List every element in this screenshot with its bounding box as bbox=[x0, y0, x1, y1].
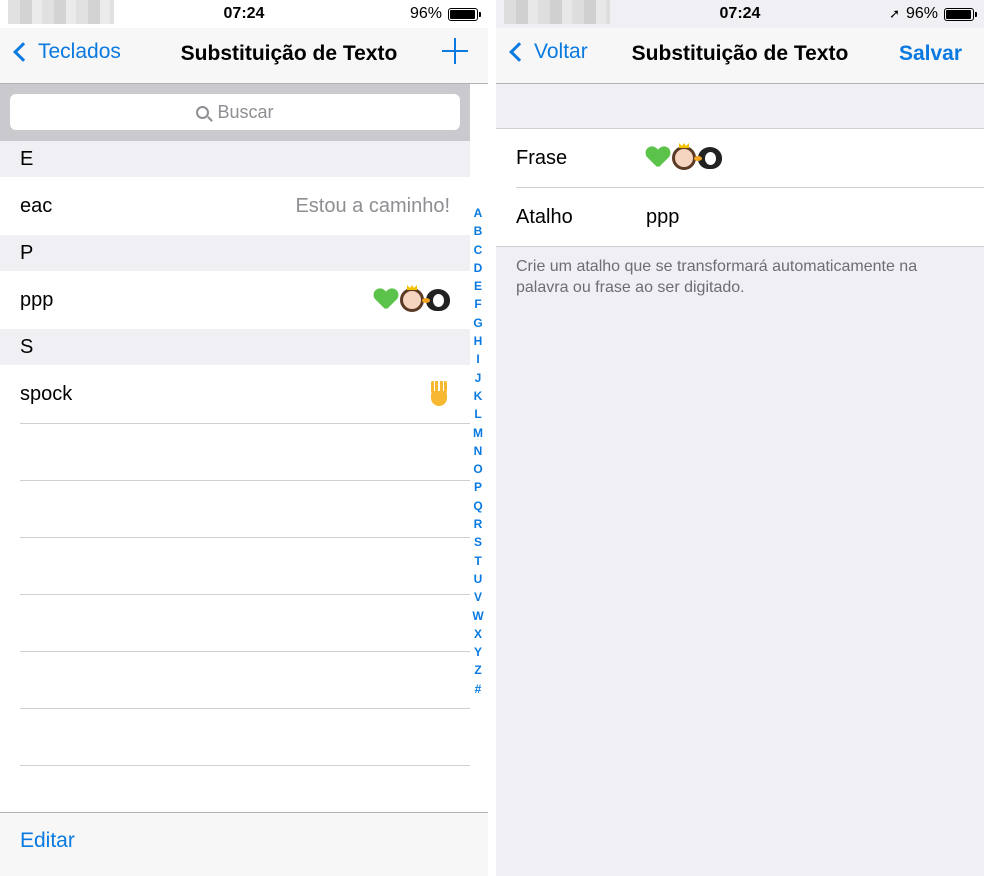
index-letter[interactable]: D bbox=[474, 259, 483, 277]
section-header-e: E bbox=[0, 141, 470, 177]
navigation-bar: Voltar Substituição de Texto Salvar bbox=[496, 28, 984, 84]
index-letter[interactable]: R bbox=[474, 515, 483, 533]
phrase-emojis bbox=[374, 288, 450, 312]
green-heart-icon bbox=[646, 147, 670, 169]
edit-button[interactable]: Editar bbox=[20, 829, 75, 853]
index-letter[interactable]: J bbox=[475, 369, 482, 387]
penguin-icon bbox=[422, 289, 450, 311]
index-letter[interactable]: G bbox=[473, 314, 482, 332]
penguin-icon bbox=[694, 147, 722, 169]
empty-row bbox=[20, 595, 470, 652]
list-item-spock[interactable]: spock bbox=[0, 365, 470, 423]
index-letter[interactable]: # bbox=[475, 680, 482, 698]
shortcut-text: eac bbox=[20, 194, 53, 217]
list-item-eac[interactable]: eac Estou a caminho! bbox=[0, 177, 470, 235]
battery-indicator: 96% bbox=[409, 5, 481, 23]
phrase-label: Frase bbox=[516, 146, 568, 169]
index-letter[interactable]: Z bbox=[474, 661, 481, 679]
index-letter[interactable]: S bbox=[474, 533, 482, 551]
index-letter[interactable]: O bbox=[473, 460, 482, 478]
index-letter[interactable]: A bbox=[474, 204, 483, 222]
index-letter[interactable]: P bbox=[474, 478, 482, 496]
index-letter[interactable]: Q bbox=[473, 497, 482, 515]
list-item-ppp[interactable]: ppp bbox=[0, 271, 470, 329]
empty-row bbox=[20, 538, 470, 595]
shortcut-text: spock bbox=[20, 382, 73, 405]
battery-icon bbox=[944, 7, 977, 21]
screen-divider bbox=[488, 0, 496, 876]
add-icon[interactable] bbox=[442, 38, 468, 64]
section-header-p: P bbox=[0, 235, 470, 271]
status-bar: 07:24 ➚ 96% bbox=[496, 0, 984, 28]
index-letter[interactable]: E bbox=[474, 277, 482, 295]
battery-icon bbox=[448, 7, 481, 21]
empty-row bbox=[20, 709, 470, 766]
text-replacement-edit-screen: 07:24 ➚ 96% Voltar Substituição de Texto… bbox=[496, 0, 984, 876]
bottom-toolbar: Editar bbox=[0, 812, 488, 876]
index-letter[interactable]: T bbox=[474, 552, 481, 570]
section-index[interactable]: A B C D E F G H I J K L M N O P Q R S T U V W X Y Z # bbox=[468, 204, 488, 698]
shortcut-label: Atalho bbox=[516, 205, 573, 228]
empty-row bbox=[20, 652, 470, 709]
shortcut-text: ppp bbox=[20, 288, 54, 311]
index-letter[interactable]: W bbox=[472, 607, 483, 625]
back-label: Teclados bbox=[38, 40, 121, 63]
index-letter[interactable]: Y bbox=[474, 643, 482, 661]
section-header-s: S bbox=[0, 329, 470, 365]
search-icon bbox=[196, 105, 210, 119]
index-letter[interactable]: H bbox=[474, 332, 483, 350]
princess-icon bbox=[400, 288, 424, 312]
battery-indicator: ➚ 96% bbox=[889, 5, 977, 23]
index-letter[interactable]: N bbox=[474, 442, 483, 460]
green-heart-icon bbox=[374, 289, 398, 311]
index-letter[interactable]: I bbox=[476, 350, 479, 368]
index-letter[interactable]: K bbox=[474, 387, 483, 405]
page-title: Substituição de Texto bbox=[180, 42, 398, 65]
back-button[interactable]: Teclados bbox=[10, 40, 121, 64]
index-letter[interactable]: U bbox=[474, 570, 483, 588]
shortcut-value[interactable]: ppp bbox=[646, 206, 679, 229]
search-bar: Buscar bbox=[0, 84, 470, 141]
princess-icon bbox=[672, 146, 696, 170]
location-arrow-icon: ➚ bbox=[889, 6, 900, 21]
index-letter[interactable]: B bbox=[474, 222, 483, 240]
navigation-bar: Teclados Substituição de Texto bbox=[0, 28, 488, 84]
empty-row bbox=[20, 424, 470, 481]
phrase-field[interactable]: Frase bbox=[496, 129, 984, 187]
text-replacement-list-screen: 07:24 96% Teclados Substituição de Texto… bbox=[0, 0, 488, 876]
index-letter[interactable]: C bbox=[474, 241, 483, 259]
status-bar: 07:24 96% bbox=[0, 0, 488, 28]
replacement-form: Frase Atalho ppp bbox=[496, 128, 984, 247]
index-letter[interactable]: F bbox=[474, 295, 481, 313]
empty-row bbox=[20, 481, 470, 538]
shortcut-field[interactable]: Atalho ppp bbox=[496, 188, 984, 246]
phrase-value[interactable] bbox=[646, 146, 722, 170]
save-button[interactable]: Salvar bbox=[899, 42, 962, 66]
help-text: Crie um atalho que se transformará autom… bbox=[516, 258, 918, 296]
battery-percent: 96% bbox=[905, 5, 938, 22]
index-letter[interactable]: M bbox=[473, 424, 483, 442]
index-letter[interactable]: L bbox=[474, 405, 481, 423]
replacement-list: E eac Estou a caminho! P ppp S spock bbox=[0, 141, 470, 766]
index-letter[interactable]: V bbox=[474, 588, 482, 606]
phrase-emojis bbox=[428, 381, 450, 407]
vulcan-salute-icon bbox=[428, 381, 450, 407]
battery-percent: 96% bbox=[409, 5, 442, 22]
chevron-left-icon bbox=[13, 42, 33, 62]
search-placeholder: Buscar bbox=[217, 101, 274, 122]
search-input[interactable]: Buscar bbox=[10, 94, 460, 130]
index-letter[interactable]: X bbox=[474, 625, 482, 643]
phrase-text: Estou a caminho! bbox=[295, 194, 450, 217]
